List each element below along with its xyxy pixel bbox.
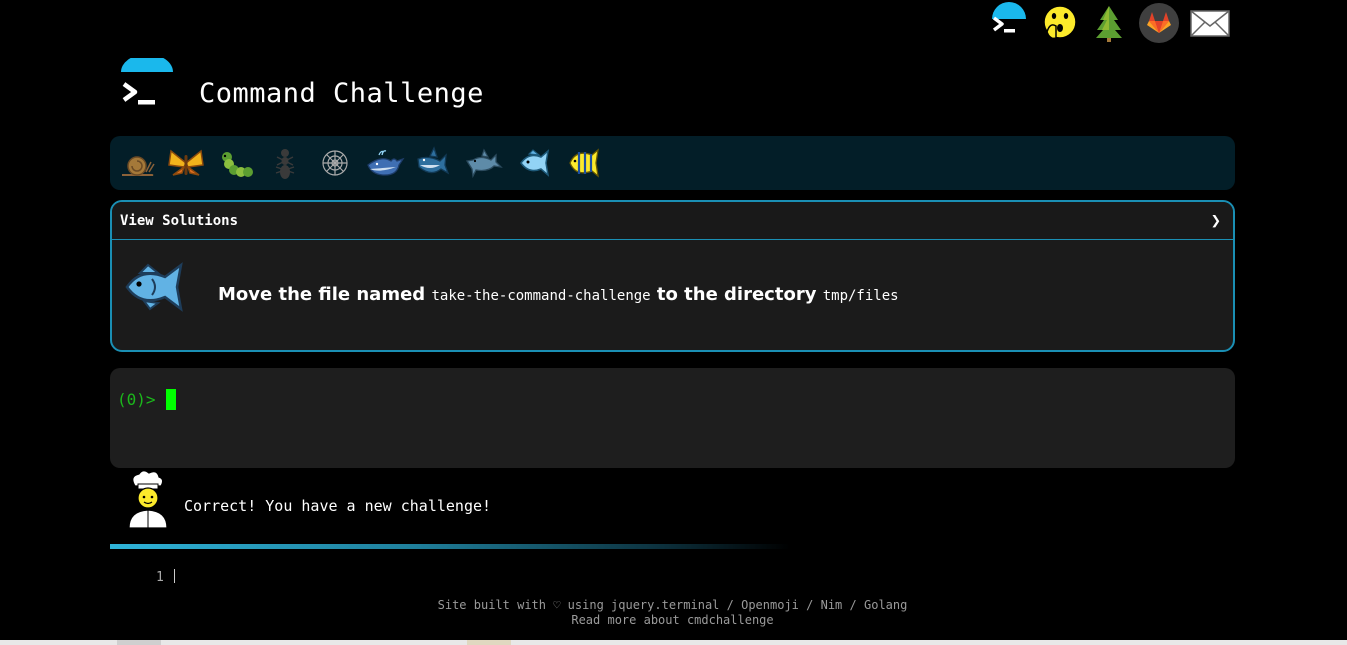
snail-icon[interactable] — [118, 143, 158, 183]
task-directory: tmp/files — [822, 288, 899, 304]
footer-separator: / — [849, 598, 857, 612]
terminal-icon[interactable] — [988, 2, 1030, 44]
footer-link-golang[interactable]: Golang — [864, 598, 907, 612]
level-selector — [110, 136, 1235, 190]
dolphin-icon[interactable] — [464, 143, 504, 183]
line-number: 1 — [156, 570, 164, 585]
footer-credits: Site built with ♡ using jquery.terminal … — [0, 598, 1345, 613]
progress-bar — [110, 544, 790, 549]
whale-icon[interactable] — [365, 143, 405, 183]
footer: Site built with ♡ using jquery.terminal … — [0, 598, 1345, 628]
shark-icon[interactable] — [414, 143, 454, 183]
editor-cursor[interactable] — [174, 569, 175, 583]
view-solutions-toggle[interactable]: View Solutions ❯ — [112, 202, 1233, 240]
ant-icon[interactable] — [265, 143, 305, 183]
footer-separator: / — [726, 598, 734, 612]
caterpillar-icon[interactable] — [215, 143, 255, 183]
tree-icon[interactable] — [1088, 2, 1130, 44]
task-prefix: Move the file named — [218, 284, 426, 305]
footer-built-text: Site built with ♡ using — [437, 598, 604, 612]
task-filename: take-the-command-challenge — [431, 288, 651, 304]
footer-link-openmoji[interactable]: Openmoji — [741, 598, 799, 612]
challenge-panel: View Solutions ❯ Move the file named tak… — [110, 200, 1235, 352]
footer-separator: / — [806, 598, 814, 612]
butterfly-icon[interactable] — [166, 143, 206, 183]
terminal-cursor — [166, 389, 176, 410]
terminal[interactable]: (0)> — [110, 368, 1235, 468]
task-middle: to the directory — [656, 284, 817, 305]
fish-icon[interactable] — [515, 143, 555, 183]
gitlab-icon[interactable] — [1138, 2, 1180, 44]
view-solutions-label[interactable]: View Solutions — [120, 213, 238, 229]
shushing-face-icon[interactable] — [1038, 2, 1080, 44]
chef-icon — [125, 470, 171, 530]
chevron-right-icon[interactable]: ❯ — [1211, 211, 1221, 231]
spider-web-icon[interactable] — [315, 143, 355, 183]
terminal-logo-icon[interactable] — [118, 54, 176, 116]
terminal-prompt: (0)> — [117, 390, 156, 409]
page-title: Command Challenge — [199, 78, 484, 109]
feedback-message: Correct! You have a new challenge! — [184, 497, 492, 515]
fish-icon — [122, 257, 194, 317]
footer-link-jquery-terminal[interactable]: jquery.terminal — [611, 598, 719, 612]
footer-read-more-link[interactable]: Read more about cmdchallenge — [0, 613, 1345, 628]
tropical-fish-icon[interactable] — [565, 143, 605, 183]
challenge-description: Move the file named take-the-command-cha… — [218, 284, 899, 305]
envelope-icon[interactable] — [1189, 2, 1231, 44]
footer-link-nim[interactable]: Nim — [821, 598, 843, 612]
bottom-strip — [0, 640, 1347, 645]
